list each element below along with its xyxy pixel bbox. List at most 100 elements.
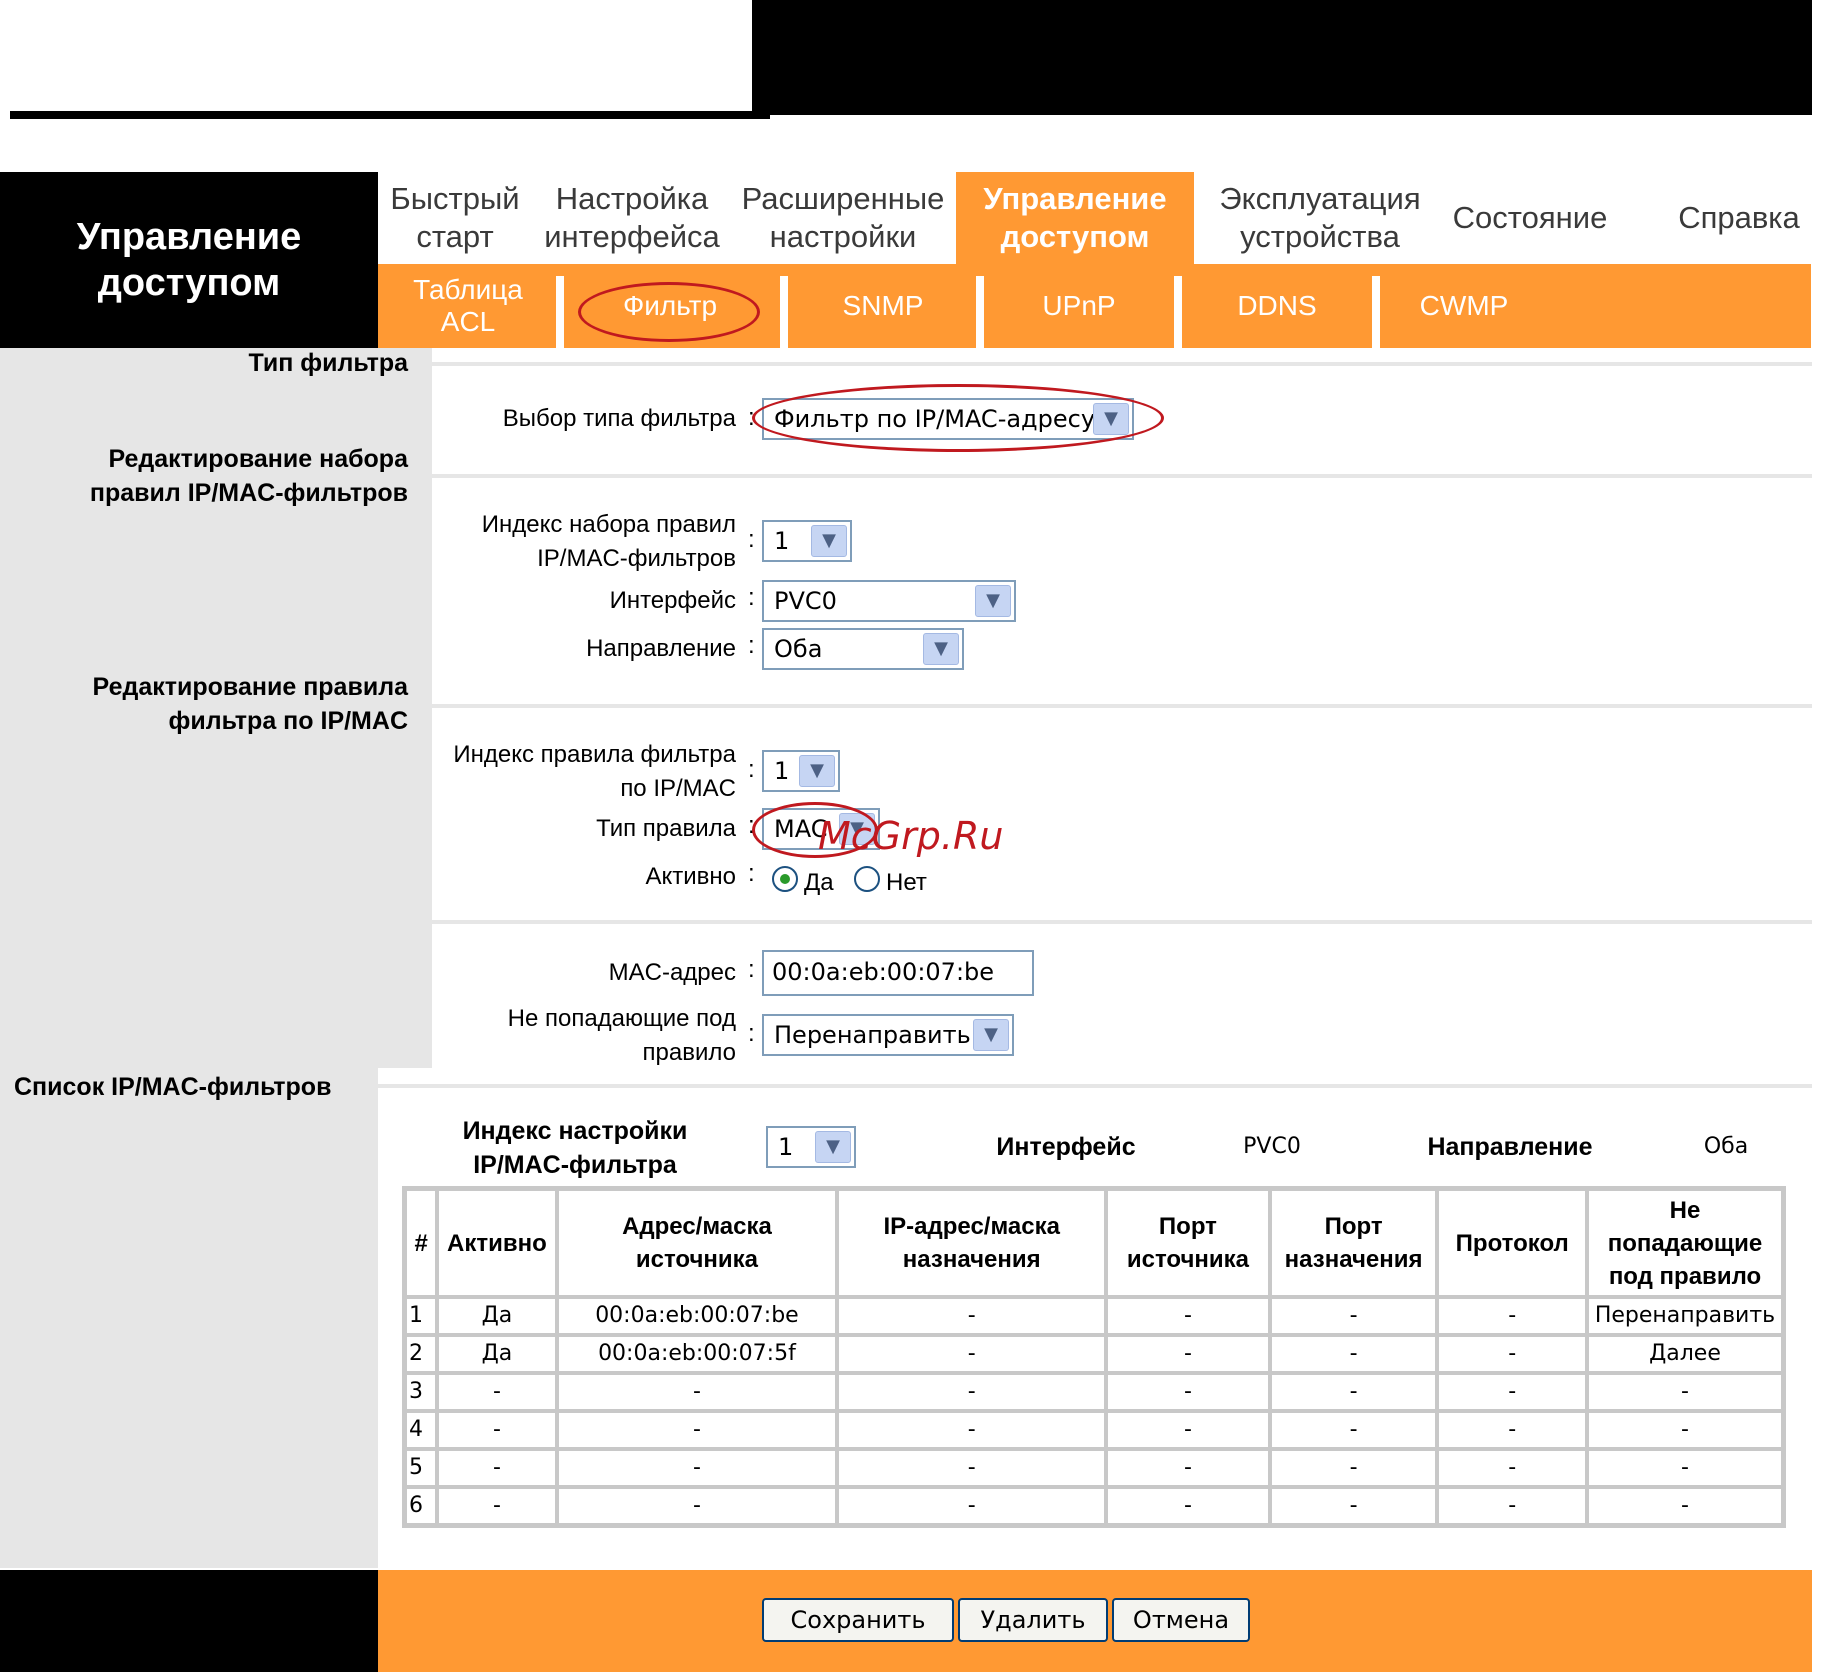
tab-advanced-setup[interactable]: Расширенные настройки (732, 172, 954, 264)
active-label: Активно (645, 863, 736, 890)
table-cell: - (1437, 1335, 1587, 1373)
direction-select[interactable]: Оба ▼ (762, 628, 964, 670)
table-cell: - (837, 1297, 1107, 1335)
save-button[interactable]: Сохранить (762, 1598, 954, 1642)
subtab-separator (556, 276, 564, 348)
list-index-label: Индекс настройки IP/MAC-фильтра (462, 1117, 688, 1179)
table-cell: 6 (405, 1487, 438, 1525)
subtab-upnp[interactable]: UPnP (986, 264, 1172, 348)
tab-label: Настройка интерфейса (544, 181, 720, 254)
unmatched-action-select[interactable]: Перенаправить ▼ (762, 1014, 1014, 1056)
subtab-label: SNMP (842, 290, 924, 321)
active-no-radio[interactable] (854, 866, 880, 892)
interface-select[interactable]: PVC0 ▼ (762, 580, 1016, 622)
chevron-down-icon: ▼ (799, 755, 835, 787)
table-cell: - (1269, 1373, 1438, 1411)
rule-index-select[interactable]: 1 ▼ (762, 750, 840, 792)
active-yes-radio[interactable] (772, 866, 798, 892)
ruleset-index-select[interactable]: 1 ▼ (762, 520, 852, 562)
subtab-label: UPnP (1042, 290, 1116, 321)
subtab-acl[interactable]: Таблица ACL (400, 264, 536, 348)
table-row: 1 Да 00:0a:eb:00:07:be - - - - Перенапра… (405, 1297, 1783, 1335)
filter-table: # Активно Адрес/маска источника IP-адрес… (402, 1186, 1786, 1528)
table-cell: - (1106, 1449, 1270, 1487)
subtab-ddns[interactable]: DDNS (1184, 264, 1370, 348)
table-cell: 1 (405, 1297, 438, 1335)
column-header: Не попадающие под правило (1586, 1189, 1783, 1297)
subtab-separator (1372, 276, 1380, 348)
tab-maintenance[interactable]: Эксплуатация устройства (1196, 172, 1444, 264)
rule-type-label: Тип правила (596, 815, 736, 842)
direction-label: Направление (586, 635, 736, 662)
table-cell: - (437, 1487, 557, 1525)
list-direction-value: Оба (1703, 1134, 1749, 1159)
subtab-label: Таблица ACL (413, 274, 523, 337)
mac-address-input[interactable]: 00:0a:eb:00:07:be (762, 950, 1034, 996)
subtab-snmp[interactable]: SNMP (790, 264, 976, 348)
unmatched-label: Не попадающие под правило (507, 1005, 736, 1066)
ruleset-index-label: Индекс набора правил IP/MAC-фильтров (481, 511, 736, 572)
table-cell: 2 (405, 1335, 438, 1373)
radio-checked-dot (780, 874, 790, 884)
tab-label: Состояние (1452, 200, 1608, 235)
table-cell: - (1106, 1487, 1270, 1525)
table-row: 2 Да 00:0a:eb:00:07:5f - - - - Далее (405, 1335, 1783, 1373)
colon: : (748, 632, 755, 659)
table-row: 3 - - - - - - - (405, 1373, 1783, 1411)
table-cell: - (1586, 1411, 1783, 1449)
chevron-down-icon: ▼ (923, 633, 959, 665)
table-cell: 00:0a:eb:00:07:be (556, 1297, 838, 1335)
interface-label: Интерфейс (609, 587, 736, 614)
table-cell: Перенаправить (1586, 1297, 1783, 1335)
interface-value: PVC0 (774, 587, 837, 615)
top-rule (10, 111, 770, 119)
tab-status[interactable]: Состояние (1444, 172, 1616, 264)
column-header: Протокол (1437, 1189, 1587, 1297)
colon: : (748, 756, 755, 783)
table-row: 6 - - - - - - - (405, 1487, 1783, 1525)
list-index-select[interactable]: 1 ▼ (766, 1126, 856, 1168)
column-header: Порт источника (1106, 1189, 1270, 1297)
subtab-cwmp[interactable]: CWMP (1382, 264, 1546, 348)
tab-label: Управление доступом (983, 181, 1167, 254)
tab-help[interactable]: Справка (1664, 172, 1814, 264)
section-title: Управление доступом (0, 172, 378, 348)
ruleset-index-value: 1 (774, 527, 790, 555)
table-cell: - (1269, 1335, 1438, 1373)
subtab-separator (1174, 276, 1182, 348)
table-cell: - (1269, 1411, 1438, 1449)
column-header: IP-адрес/маска назначения (837, 1189, 1107, 1297)
table-cell: - (437, 1449, 557, 1487)
filter-type-label: Выбор типа фильтра (502, 405, 736, 432)
divider (432, 474, 1812, 478)
table-cell: - (837, 1487, 1107, 1525)
top-header-bar (752, 0, 1812, 115)
chevron-down-icon: ▼ (811, 525, 847, 557)
section-title-text: Управление доступом (76, 216, 302, 304)
table-cell: - (556, 1411, 838, 1449)
colon: : (748, 584, 755, 611)
column-header: Активно (437, 1189, 557, 1297)
section-rule-edit: Редактирование правила фильтра по IP/MAC (92, 673, 408, 735)
unmatched-action-value: Перенаправить (774, 1021, 971, 1049)
subtab-label: CWMP (1419, 290, 1509, 321)
tab-access-management[interactable]: Управление доступом (956, 172, 1194, 264)
footer-left-block (0, 1570, 378, 1672)
table-row: 5 - - - - - - - (405, 1449, 1783, 1487)
table-cell: Да (437, 1297, 557, 1335)
section-ruleset-edit: Редактирование набора правил IP/MAC-филь… (89, 445, 408, 507)
table-cell: - (556, 1487, 838, 1525)
cancel-button[interactable]: Отмена (1112, 1598, 1250, 1642)
table-cell: - (1269, 1449, 1438, 1487)
table-cell: 00:0a:eb:00:07:5f (556, 1335, 838, 1373)
colon: : (748, 956, 755, 983)
table-cell: - (1437, 1297, 1587, 1335)
section-filter-list: Список IP/MAC-фильтров (14, 1073, 332, 1101)
colon: : (748, 860, 755, 887)
tab-quick-start[interactable]: Быстрый старт (380, 172, 530, 264)
table-cell: - (837, 1411, 1107, 1449)
delete-button[interactable]: Удалить (958, 1598, 1108, 1642)
table-cell: - (556, 1449, 838, 1487)
annotation-circle (578, 282, 760, 342)
tab-interface-setup[interactable]: Настройка интерфейса (532, 172, 732, 264)
